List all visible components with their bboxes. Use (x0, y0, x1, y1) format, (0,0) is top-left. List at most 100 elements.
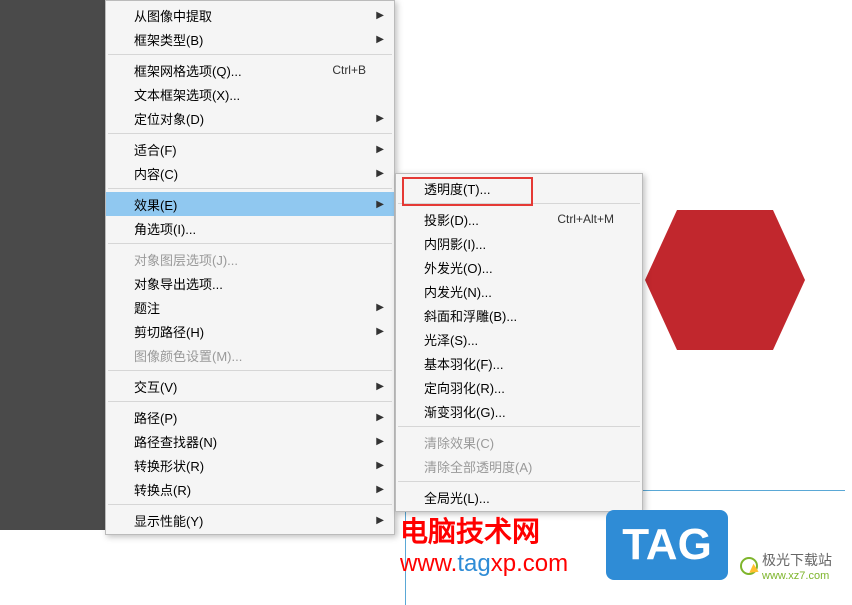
chevron-right-icon: ▶ (376, 484, 384, 495)
menu-item-shortcut: Ctrl+B (332, 63, 366, 77)
object-menu-separator (108, 401, 392, 402)
chevron-right-icon: ▶ (376, 460, 384, 471)
object-menu-item[interactable]: 内容(C) ▶ (106, 161, 394, 185)
object-menu-item[interactable]: 显示性能(Y) ▶ (106, 508, 394, 532)
effects-menu-item[interactable]: 内阴影(I)... (396, 231, 642, 255)
chevron-right-icon: ▶ (376, 113, 384, 124)
watermark-site1-name: 电脑技术网 (400, 510, 540, 550)
object-menu-item[interactable]: 文本框架选项(X)... (106, 82, 394, 106)
effects-menu-item[interactable]: 全局光(L)... (396, 485, 642, 509)
object-menu-separator (108, 504, 392, 505)
menu-item-label: 基本羽化(F)... (424, 354, 614, 373)
menu-item-label: 内发光(N)... (424, 282, 614, 301)
chevron-right-icon: ▶ (376, 34, 384, 45)
menu-item-label: 效果(E) (134, 195, 366, 214)
menu-item-label: 内阴影(I)... (424, 234, 614, 253)
object-menu-item[interactable]: 题注 ▶ (106, 295, 394, 319)
menu-item-label: 文本框架选项(X)... (134, 85, 366, 104)
menu-item-label: 对象图层选项(J)... (134, 250, 366, 269)
watermark-site1-url: www.tagxp.com (400, 550, 568, 578)
menu-item-label: 题注 (134, 298, 366, 317)
effects-menu-item[interactable]: 渐变羽化(G)... (396, 399, 642, 423)
effects-menu-item[interactable]: 内发光(N)... (396, 279, 642, 303)
chevron-right-icon: ▶ (376, 199, 384, 210)
menu-item-label: 角选项(I)... (134, 219, 366, 238)
object-menu-item[interactable]: 路径查找器(N)▶ (106, 429, 394, 453)
object-menu-item[interactable]: 对象导出选项... (106, 271, 394, 295)
object-menu-separator (108, 370, 392, 371)
object-menu-item[interactable]: 定位对象(D) ▶ (106, 106, 394, 130)
menu-item-label: 全局光(L)... (424, 488, 614, 507)
menu-item-label: 光泽(S)... (424, 330, 614, 349)
effects-menu-item[interactable]: 定向羽化(R)... (396, 375, 642, 399)
menu-item-label: 清除效果(C) (424, 433, 614, 452)
object-menu-separator (108, 243, 392, 244)
menu-item-label: 剪切路径(H) (134, 322, 366, 341)
menu-item-shortcut: Ctrl+Alt+M (557, 212, 614, 226)
object-menu-item[interactable]: 框架网格选项(Q)... Ctrl+B (106, 58, 394, 82)
menu-item-label: 图像颜色设置(M)... (134, 346, 366, 365)
chevron-right-icon: ▶ (376, 436, 384, 447)
menu-item-label: 定位对象(D) (134, 109, 366, 128)
object-menu-item[interactable]: 适合(F) ▶ (106, 137, 394, 161)
menu-item-label: 框架网格选项(Q)... (134, 61, 320, 80)
menu-item-label: 交互(V) (134, 377, 366, 396)
effects-menu-item: 清除效果(C) (396, 430, 642, 454)
menu-item-label: 显示性能(Y) (134, 511, 366, 530)
hexagon-shape[interactable] (645, 210, 805, 350)
menu-item-label: 内容(C) (134, 164, 366, 183)
menu-item-label: 从图像中提取 (134, 6, 366, 25)
menu-item-label: 对象导出选项... (134, 274, 366, 293)
menu-item-label: 投影(D)... (424, 210, 545, 229)
object-menu-separator (108, 133, 392, 134)
effects-menu-item[interactable]: 透明度(T)... (396, 176, 642, 200)
menu-item-label: 转换形状(R) (134, 456, 366, 475)
object-menu-separator (108, 54, 392, 55)
chevron-right-icon: ▶ (376, 10, 384, 21)
chevron-right-icon: ▶ (376, 412, 384, 423)
menu-item-label: 透明度(T)... (424, 179, 614, 198)
object-menu-item: 对象图层选项(J)... (106, 247, 394, 271)
object-menu-item[interactable]: 角选项(I)... (106, 216, 394, 240)
object-menu-item[interactable]: 框架类型(B) ▶ (106, 27, 394, 51)
object-menu-separator (108, 188, 392, 189)
chevron-right-icon: ▶ (376, 168, 384, 179)
effects-menu-separator (398, 426, 640, 427)
object-menu-item[interactable]: 从图像中提取 ▶ (106, 3, 394, 27)
effects-menu-item[interactable]: 光泽(S)... (396, 327, 642, 351)
effects-menu-item[interactable]: 基本羽化(F)... (396, 351, 642, 375)
menu-item-label: 外发光(O)... (424, 258, 614, 277)
menu-item-label: 转换点(R) (134, 480, 366, 499)
watermark-site2: 极光下载站 www.xz7.com (740, 550, 832, 582)
effects-menu-item[interactable]: 斜面和浮雕(B)... (396, 303, 642, 327)
chevron-right-icon: ▶ (376, 144, 384, 155)
watermark-site2-name: 极光下载站 (762, 550, 832, 570)
menu-item-label: 斜面和浮雕(B)... (424, 306, 614, 325)
object-menu-item[interactable]: 转换形状(R) ▶ (106, 453, 394, 477)
menu-item-label: 渐变羽化(G)... (424, 402, 614, 421)
object-menu-item[interactable]: 路径(P) ▶ (106, 405, 394, 429)
watermark-site2-url: www.xz7.com (762, 570, 832, 582)
object-menu-item[interactable]: 效果(E) ▶ (106, 192, 394, 216)
menu-item-label: 框架类型(B) (134, 30, 366, 49)
effects-menu-separator (398, 481, 640, 482)
chevron-right-icon: ▶ (376, 302, 384, 313)
effects-menu-item[interactable]: 外发光(O)... (396, 255, 642, 279)
object-menu-item[interactable]: 转换点(R) ▶ (106, 477, 394, 501)
object-menu-item[interactable]: 剪切路径(H) ▶ (106, 319, 394, 343)
menu-item-label: 路径(P) (134, 408, 366, 427)
effects-menu-item[interactable]: 投影(D)... Ctrl+Alt+M (396, 207, 642, 231)
chevron-right-icon: ▶ (376, 515, 384, 526)
tag-badge: TAG (606, 510, 728, 580)
chevron-right-icon: ▶ (376, 381, 384, 392)
object-context-menu[interactable]: 从图像中提取 ▶ 框架类型(B) ▶ 框架网格选项(Q)... Ctrl+B 文本框架选项(… (105, 0, 395, 535)
chevron-right-icon: ▶ (376, 326, 384, 337)
effects-menu-item: 清除全部透明度(A) (396, 454, 642, 478)
effects-menu-separator (398, 203, 640, 204)
effects-submenu[interactable]: 透明度(T)... 投影(D)... Ctrl+Alt+M 内阴影(I)... 外发光(… (395, 173, 643, 512)
menu-item-label: 清除全部透明度(A) (424, 457, 614, 476)
object-menu-item[interactable]: 交互(V) ▶ (106, 374, 394, 398)
menu-item-label: 适合(F) (134, 140, 366, 159)
menu-item-label: 定向羽化(R)... (424, 378, 614, 397)
site2-logo-icon (740, 557, 758, 575)
